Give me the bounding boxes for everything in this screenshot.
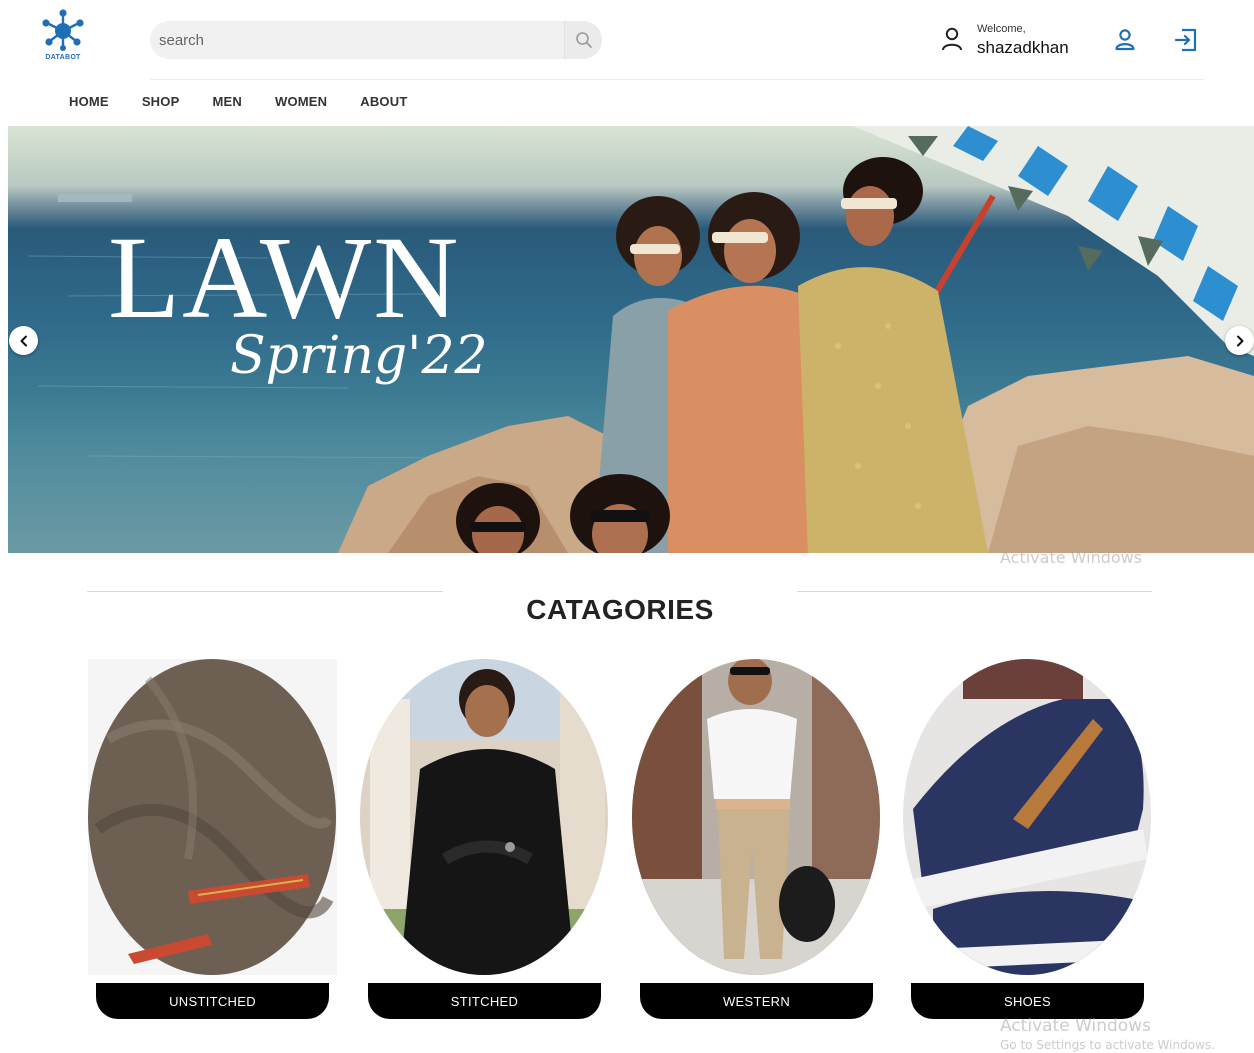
nav-shop[interactable]: SHOP — [142, 94, 180, 109]
search-icon — [575, 32, 592, 48]
carousel-prev-button[interactable] — [9, 326, 38, 355]
category-unstitched-button[interactable]: UNSTITCHED — [96, 983, 329, 1019]
chevron-right-icon — [1236, 335, 1243, 346]
chevron-left-icon — [20, 335, 27, 346]
nav-home[interactable]: HOME — [69, 94, 109, 109]
category-western-button[interactable]: WESTERN — [640, 983, 873, 1019]
unstitched-image[interactable] — [88, 659, 337, 975]
nav-women[interactable]: WOMEN — [275, 94, 327, 109]
nav-men[interactable]: MEN — [212, 94, 242, 109]
nav-about[interactable]: ABOUT — [360, 94, 407, 109]
molecule-logo-icon — [42, 9, 84, 51]
western-image[interactable] — [632, 659, 881, 975]
watermark-line2: Go to Settings to activate Windows. — [1000, 1038, 1215, 1052]
hero-title: LAWN — [108, 212, 461, 343]
carousel-next-button[interactable] — [1225, 326, 1254, 355]
brand-logo[interactable]: DATABOT — [40, 8, 86, 64]
watermark-top: Activate Windows — [1000, 548, 1143, 566]
category-stitched-button[interactable]: STITCHED — [368, 983, 601, 1019]
categories-title: CATAGORIES — [526, 594, 714, 625]
shoes-image[interactable] — [903, 659, 1152, 975]
profile-icon[interactable] — [1113, 28, 1137, 52]
stitched-image[interactable] — [360, 659, 609, 975]
watermark-line1: Activate Windows — [1000, 1016, 1151, 1036]
logout-icon[interactable] — [1173, 27, 1199, 53]
user-icon — [942, 27, 962, 51]
header-divider — [150, 79, 1204, 80]
welcome-label: Welcome, — [977, 23, 1026, 35]
hero-subtitle: Spring'22 — [230, 326, 488, 386]
hero-carousel: LAWN Spring'22 — [8, 126, 1254, 553]
search-input[interactable] — [150, 21, 564, 59]
search-bar — [150, 21, 602, 59]
categories-left-rule — [87, 591, 443, 592]
brand-name: DATABOT — [45, 54, 81, 61]
category-shoes-button[interactable]: SHOES — [911, 983, 1144, 1019]
categories-right-rule — [797, 591, 1152, 592]
username-label: shazadkhan — [977, 38, 1069, 57]
search-button[interactable] — [564, 21, 602, 59]
main-nav: HOME SHOP MEN WOMEN ABOUT — [69, 94, 407, 109]
